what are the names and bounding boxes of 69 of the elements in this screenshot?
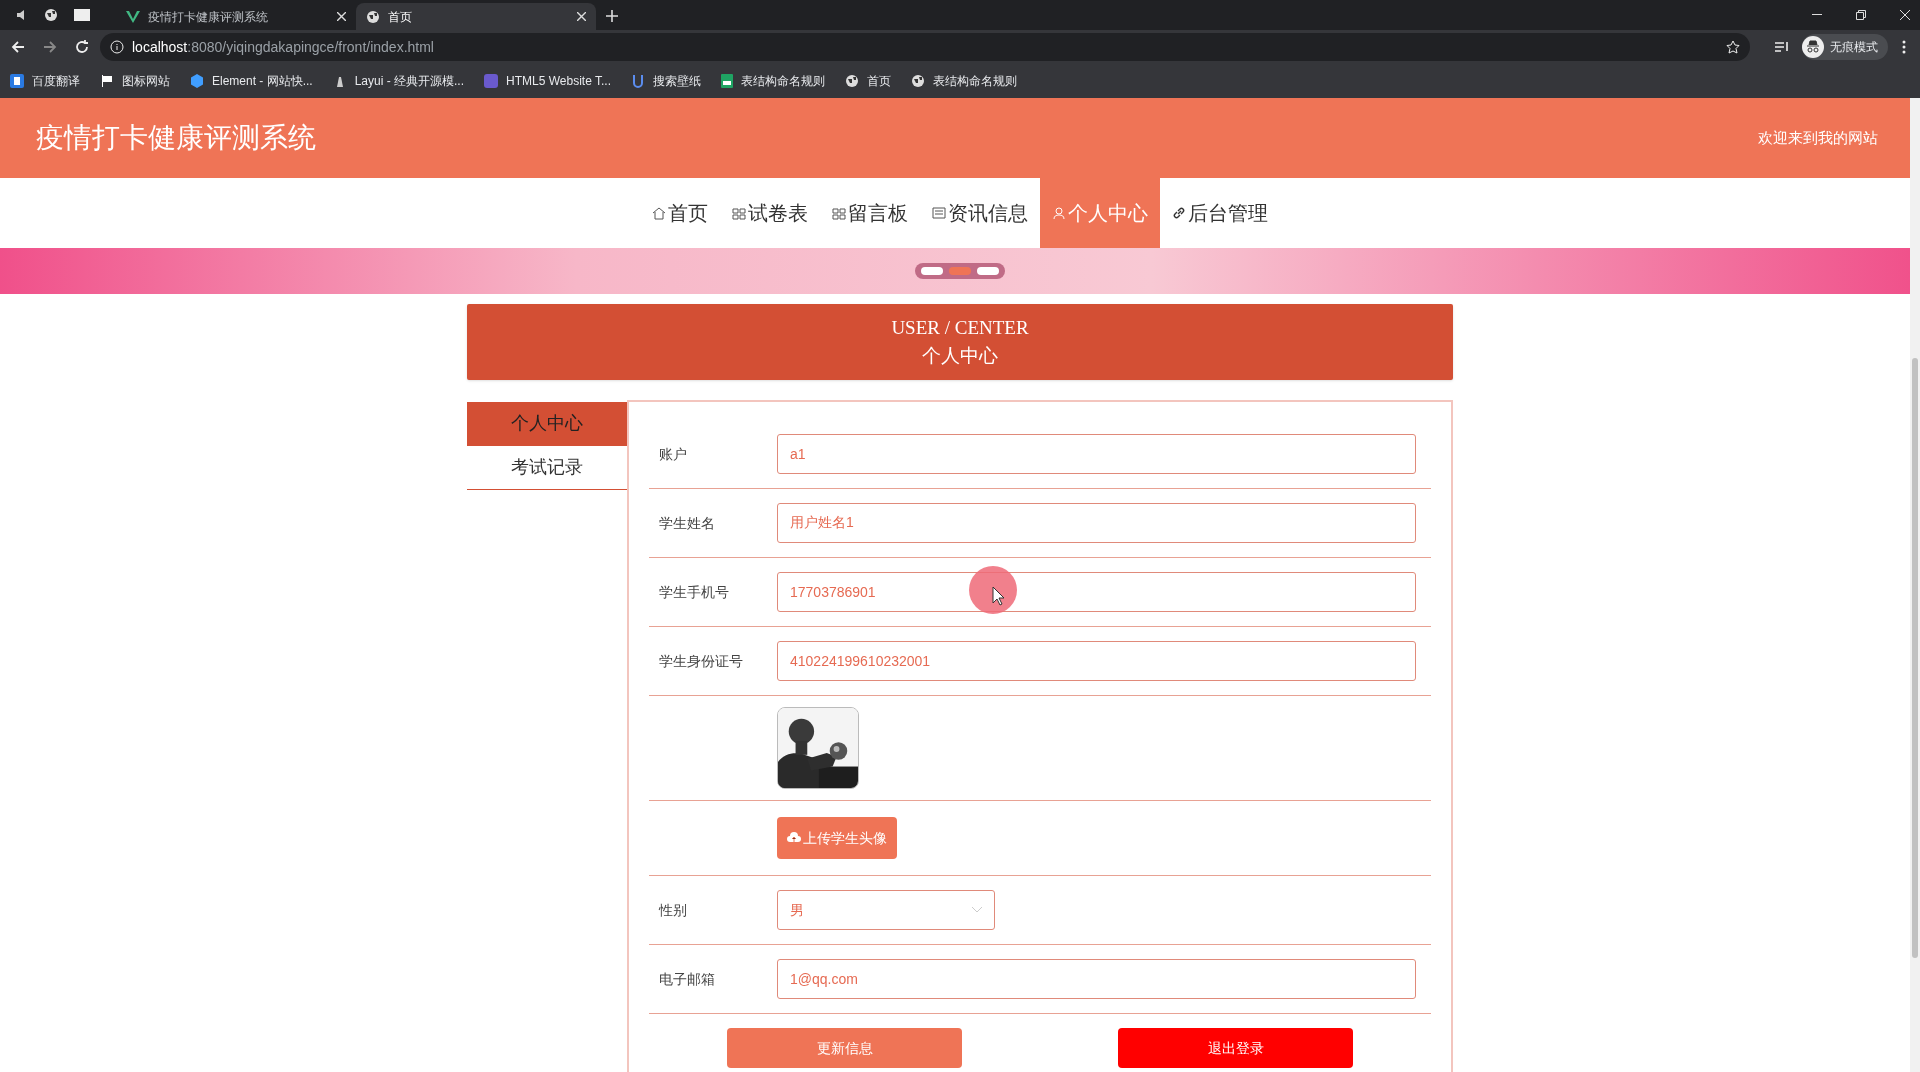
newspaper-icon [932,206,946,220]
user-icon [1052,206,1066,220]
back-icon[interactable] [10,39,26,55]
square-icon [484,74,499,88]
globe-icon [911,74,925,88]
globe-icon [366,9,380,24]
side-menu-item[interactable]: 考试记录 [467,446,627,490]
flag-icon [100,74,114,88]
welcome-text: 欢迎来到我的网站 [1758,127,1878,148]
new-tab-icon[interactable] [606,10,618,22]
hexagon-icon [190,74,204,88]
nav-link[interactable]: 首页 [640,178,720,248]
home-icon [652,206,666,220]
close-icon[interactable] [337,12,346,21]
section-title: USER / CENTER [891,316,1029,340]
forward-icon[interactable] [42,39,58,55]
browser-tab[interactable]: 首页 [356,3,596,30]
bookmark[interactable]: Layui - 经典开源模... [332,72,465,90]
star-icon[interactable] [1726,40,1740,54]
nav-link[interactable]: 资讯信息 [920,178,1040,248]
close-icon[interactable] [1900,10,1910,20]
reload-icon[interactable] [74,39,90,55]
field-label: 学生手机号 [658,582,730,602]
bookmark[interactable]: 表结构命名规则 [721,72,825,90]
side-menu-item[interactable]: 个人中心 [467,402,627,446]
field-label: 性别 [657,900,688,920]
address-bar[interactable]: localhost:8080/yiqingdakapingce/front/index.html [100,33,1750,61]
v-logo-icon [126,9,140,24]
bookmark[interactable]: 搜索壁纸 [631,72,701,90]
translate-icon [10,74,24,88]
more-icon[interactable] [1902,40,1906,54]
chevron-down-icon [972,907,982,913]
cursor-icon [968,565,1018,615]
bookmark[interactable]: 图标网站 [100,72,170,90]
close-icon[interactable] [577,12,586,21]
bookmark[interactable]: 百度翻译 [10,72,80,90]
incognito-icon [1802,36,1824,58]
field-label: 账户 [658,444,688,464]
site-title: 疫情打卡健康评测系统 [36,121,316,155]
field-label: 学生身份证号 [658,651,744,671]
globe-icon [845,74,859,88]
field-label: 电子邮箱 [658,969,716,989]
cloud-upload-icon [787,832,801,844]
bookmark[interactable]: HTML5 Website T... [484,72,611,90]
section-subtitle: 个人中心 [922,344,998,368]
restore-icon[interactable] [1856,10,1866,20]
grid-icon [732,206,746,220]
profile-button[interactable]: 无痕模式 [1802,34,1888,60]
tab-title: 首页 [388,8,413,26]
nav-link[interactable]: 试卷表 [720,178,820,248]
info-icon [110,40,124,54]
grid-icon [832,206,846,220]
nav-link[interactable]: 后台管理 [1160,178,1280,248]
bookmark[interactable]: 表结构命名规则 [911,72,1017,90]
globe-icon [44,8,58,22]
link-icon [1172,206,1186,220]
field-label: 学生姓名 [658,513,716,533]
nav-link[interactable]: 留言板 [820,178,920,248]
playlist-icon[interactable] [1774,40,1790,54]
bookmark[interactable]: Element - 网站快... [190,72,313,90]
bookmark[interactable]: 首页 [845,72,891,90]
tab-title: 疫情打卡健康评测系统 [148,8,269,26]
scrollbar[interactable] [1910,98,1920,1072]
minimize-icon[interactable] [1812,14,1822,16]
sheet-icon [721,74,733,88]
u-shape-icon [631,74,645,88]
browser-tab[interactable]: 疫情打卡健康评测系统 [116,3,356,30]
url-text: localhost:8080/yiqingdakapingce/front/index.html [132,37,434,57]
action-button[interactable]: 退出登录 [1118,1028,1353,1068]
